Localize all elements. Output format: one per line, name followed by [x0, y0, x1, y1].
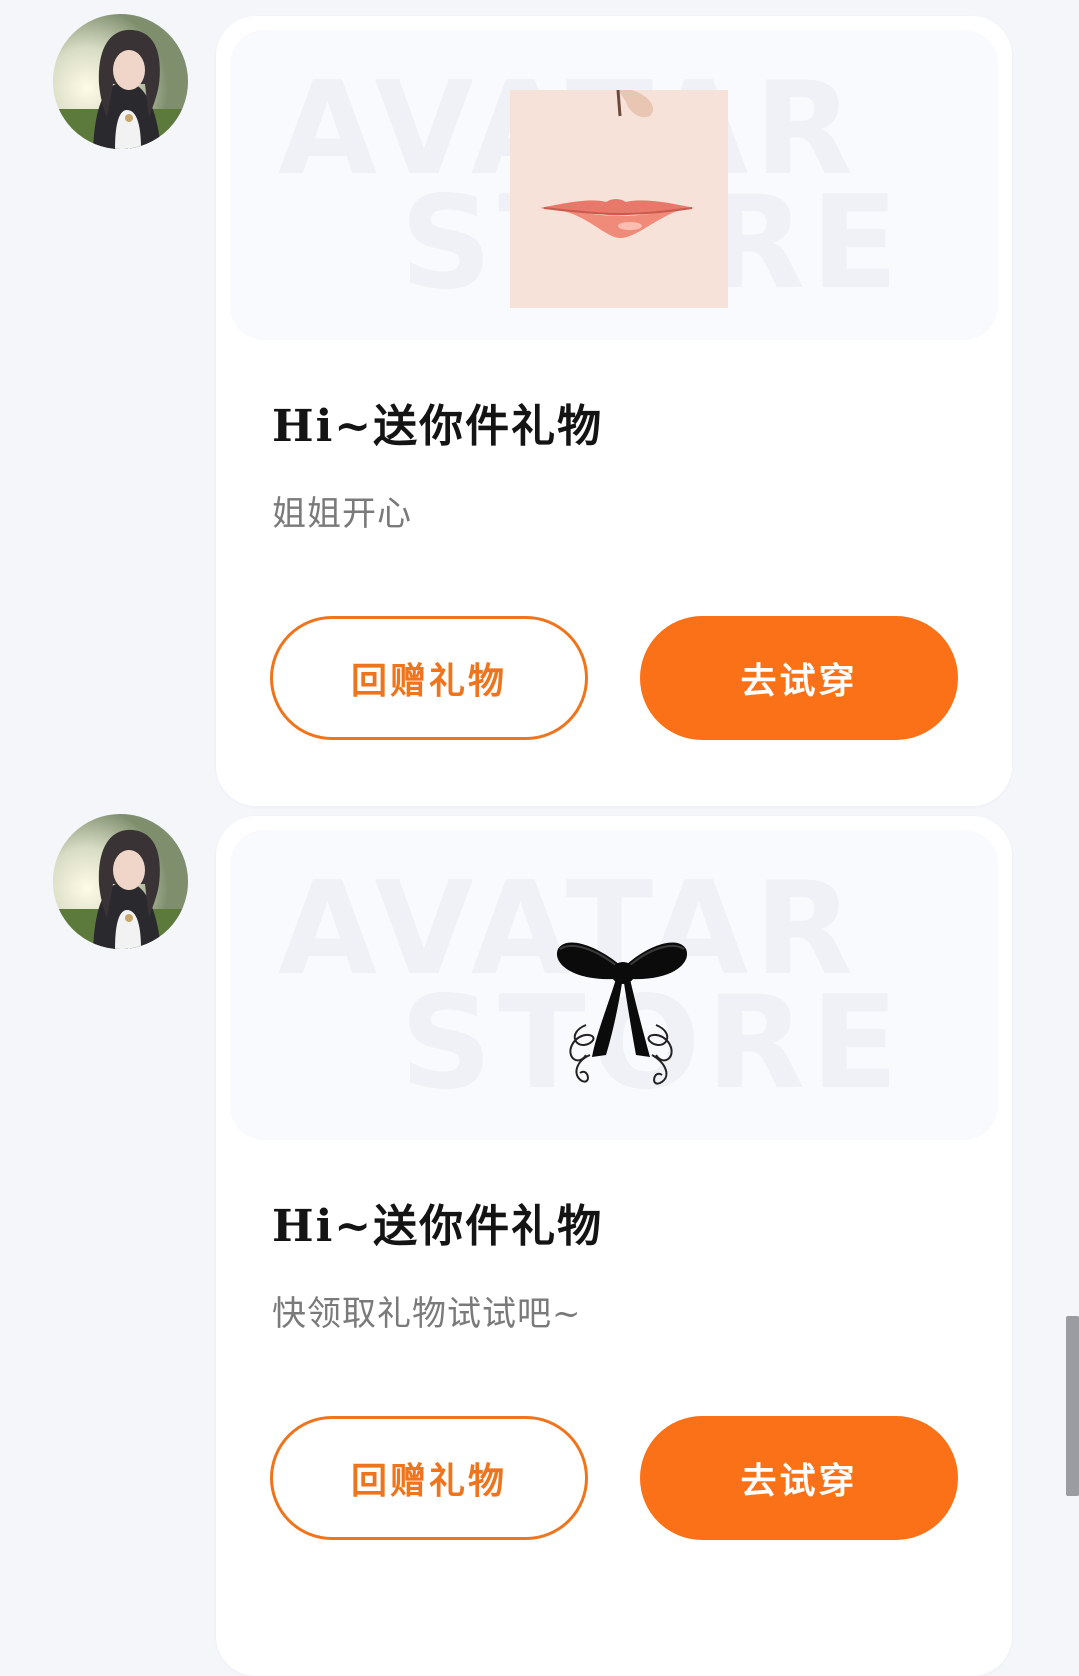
gift-card: AVATAR STORE Hi~送你件礼物 快领取礼物试试吧~ 回赠礼物 去试穿: [216, 816, 1012, 1676]
gift-message-title: Hi~送你件礼物: [272, 1201, 604, 1252]
sender-avatar[interactable]: [53, 14, 188, 149]
hair-bow-gift-icon: [536, 905, 706, 1105]
gift-message-title: Hi~送你件礼物: [272, 401, 604, 452]
gift-message: AVATAR STORE Hi~送你件礼物 姐姐开心 回赠礼物: [0, 0, 1079, 820]
scrollbar-thumb[interactable]: [1066, 1316, 1079, 1496]
gift-message: AVATAR STORE Hi~送你件礼物 快领取礼物试试吧~ 回赠礼物 去试穿: [0, 800, 1079, 1676]
user-avatar-photo-icon: [53, 814, 188, 949]
gift-message-note: 姐姐开心: [272, 494, 412, 534]
chat-message-list: AVATAR STORE Hi~送你件礼物 姐姐开心 回赠礼物: [0, 0, 1079, 1676]
return-gift-button[interactable]: 回赠礼物: [270, 1416, 588, 1540]
return-gift-button[interactable]: 回赠礼物: [270, 616, 588, 740]
gift-message-note: 快领取礼物试试吧~: [272, 1294, 582, 1334]
sender-avatar[interactable]: [53, 814, 188, 949]
try-on-button[interactable]: 去试穿: [640, 616, 958, 740]
gift-preview-banner: AVATAR STORE: [230, 830, 998, 1140]
try-on-button[interactable]: 去试穿: [640, 1416, 958, 1540]
gift-card: AVATAR STORE Hi~送你件礼物 姐姐开心 回赠礼物: [216, 16, 1012, 806]
user-avatar-photo-icon: [53, 14, 188, 149]
gift-preview-banner: AVATAR STORE: [230, 30, 998, 340]
lips-gift-icon: [510, 90, 728, 308]
